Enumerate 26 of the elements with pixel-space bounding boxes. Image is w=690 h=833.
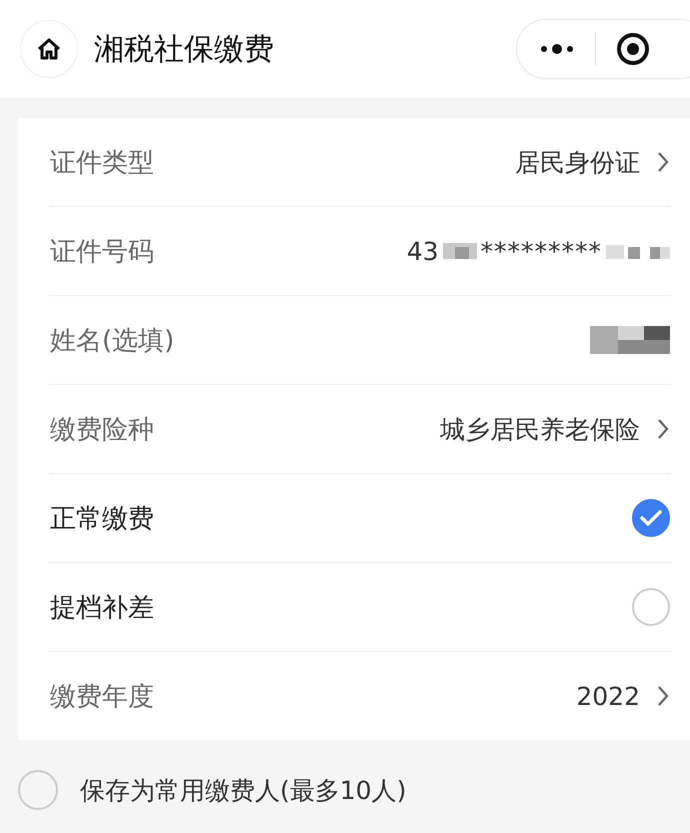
page-title: 湘税社保缴费: [94, 30, 274, 68]
close-icon[interactable]: [616, 32, 650, 66]
radio-button[interactable]: [632, 588, 670, 626]
check-icon: [640, 510, 662, 526]
save-checkbox[interactable]: [18, 770, 58, 810]
field-label: 缴费年度: [50, 680, 154, 714]
field-label: 证件类型: [50, 146, 154, 180]
more-icon[interactable]: [539, 43, 575, 55]
home-icon: [36, 37, 62, 61]
field-label: 证件号码: [50, 236, 154, 268]
home-button[interactable]: [20, 20, 78, 78]
field-label: 提档补差: [50, 592, 154, 624]
redaction-mark: [442, 241, 476, 261]
field-value[interactable]: 2022: [576, 682, 640, 710]
field-value[interactable]: 城乡居民养老保险: [440, 412, 640, 446]
masked-number: *********: [480, 236, 602, 266]
chevron-icon[interactable]: [656, 684, 670, 708]
field-value: 43: [406, 236, 438, 266]
chevron-icon[interactable]: [656, 150, 670, 174]
field-value[interactable]: 居民身份证: [515, 146, 640, 178]
field-label: 缴费险种: [50, 414, 154, 446]
field-label: 正常缴费: [50, 502, 154, 536]
radio-button[interactable]: [632, 499, 670, 537]
chevron-icon[interactable]: [656, 417, 670, 441]
field-label: 姓名(选填): [50, 324, 174, 358]
save-label: 保存为常用缴费人(最多10人): [80, 774, 406, 806]
